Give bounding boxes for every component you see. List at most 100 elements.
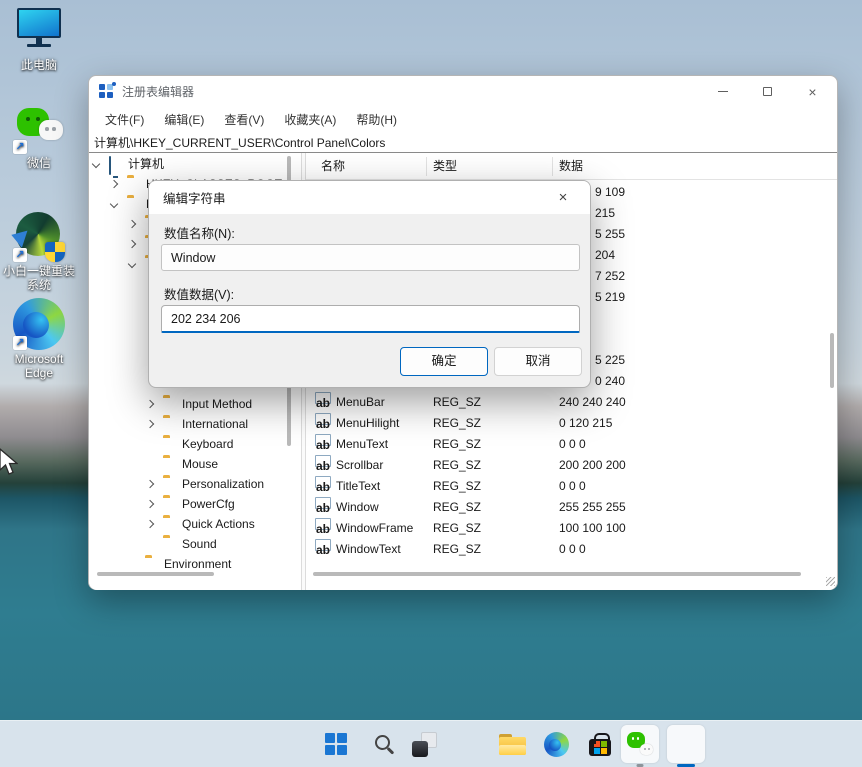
taskbar-task-view-button[interactable] (405, 725, 443, 763)
list-vertical-scrollbar[interactable] (830, 333, 834, 388)
desktop-icon-label: 小白一键重装系统 (0, 264, 78, 292)
tree-item-label: Keyboard (182, 434, 233, 454)
dialog-title: 编辑字符串 (163, 188, 550, 207)
chevron-right-icon[interactable] (110, 180, 118, 188)
value-data-partial: 0 240 (595, 371, 625, 392)
chevron-right-icon[interactable] (128, 240, 136, 248)
value-type: REG_SZ (433, 434, 481, 455)
ok-button[interactable]: 确定 (400, 347, 488, 376)
dialog-close-icon[interactable]: × (550, 189, 576, 206)
chevron-right-icon[interactable] (128, 220, 136, 228)
cancel-button[interactable]: 取消 (494, 347, 582, 376)
menu-item-item[interactable]: 帮助(H) (346, 111, 407, 128)
chevron-right-icon[interactable] (146, 520, 154, 528)
maximize-button[interactable] (745, 76, 790, 107)
column-header-item[interactable]: 类型 (433, 153, 457, 180)
menu-item-item[interactable]: 查看(V) (214, 111, 274, 128)
desktop-icon-label: Microsoft Edge (0, 352, 78, 380)
string-value-icon: ab (315, 518, 331, 530)
tree-item-powercfg[interactable]: PowerCfg (89, 494, 301, 514)
value-data: 0 0 0 (559, 434, 586, 455)
chevron-down-icon[interactable] (92, 160, 100, 168)
tree-item-input-method[interactable]: Input Method (89, 394, 301, 414)
address-bar[interactable]: 计算机\HKEY_CURRENT_USER\Control Panel\Colo… (89, 132, 837, 153)
tree-item-environment[interactable]: Environment (89, 554, 301, 574)
taskbar-regedit-button[interactable] (667, 725, 705, 763)
value-data-partial: 5 255 (595, 224, 625, 245)
column-separator[interactable] (552, 157, 553, 176)
window-title: 注册表编辑器 (122, 83, 194, 100)
dialog-title-bar[interactable]: 编辑字符串 × (149, 181, 590, 214)
value-type: REG_SZ (433, 539, 481, 560)
chevron-down-icon[interactable] (128, 260, 136, 268)
value-data: 100 100 100 (559, 518, 626, 539)
value-data-partial: 204 (595, 245, 615, 266)
menu-bar: 文件(F)编辑(E)查看(V)收藏夹(A)帮助(H) (89, 107, 837, 132)
tree-item-international[interactable]: International (89, 414, 301, 434)
desktop-icon-this-pc[interactable]: 此电脑 (0, 6, 78, 72)
tree-item-label: International (182, 414, 248, 434)
tree-horizontal-scrollbar[interactable] (97, 572, 214, 576)
value-row-titletext[interactable]: abTitleTextREG_SZ0 0 0 (306, 476, 837, 497)
value-name-input[interactable] (161, 244, 580, 271)
value-row-window[interactable]: abWindowREG_SZ255 255 255 (306, 497, 837, 518)
column-header-item[interactable]: 数据 (559, 153, 583, 180)
menu-item-item[interactable]: 文件(F) (95, 111, 154, 128)
tree-item-keyboard[interactable]: Keyboard (89, 434, 301, 454)
value-data-partial: 215 (595, 203, 615, 224)
mouse-cursor (0, 448, 18, 476)
taskbar-file-explorer-button[interactable] (493, 725, 531, 763)
minimize-button[interactable] (700, 76, 745, 107)
desktop-icon-wechat[interactable]: ↗ 微信 (0, 104, 78, 170)
string-value-icon: ab (315, 413, 331, 425)
list-header: 名称 类型 数据 (306, 153, 837, 180)
tree-item-sound[interactable]: Sound (89, 534, 301, 554)
value-type: REG_SZ (433, 518, 481, 539)
close-button[interactable]: × (790, 76, 835, 107)
xiaobai-icon: ↗ (13, 212, 65, 260)
value-row-menubar[interactable]: abMenuBarREG_SZ240 240 240 (306, 392, 837, 413)
menu-item-item[interactable]: 编辑(E) (154, 111, 214, 128)
list-horizontal-scrollbar[interactable] (313, 572, 801, 576)
value-row-menutext[interactable]: abMenuTextREG_SZ0 0 0 (306, 434, 837, 455)
menu-item-item[interactable]: 收藏夹(A) (274, 111, 346, 128)
value-row-windowframe[interactable]: abWindowFrameREG_SZ100 100 100 (306, 518, 837, 539)
value-row-windowtext[interactable]: abWindowTextREG_SZ0 0 0 (306, 539, 837, 560)
tree-item-label: 计算机 (128, 154, 164, 174)
desktop-icon-edge[interactable]: ↗ Microsoft Edge (0, 300, 78, 380)
value-row-menuhilight[interactable]: abMenuHilightREG_SZ0 120 215 (306, 413, 837, 434)
taskbar-start-button[interactable] (317, 725, 355, 763)
value-type: REG_SZ (433, 497, 481, 518)
value-data-input[interactable] (161, 305, 580, 333)
resize-grip[interactable] (826, 577, 835, 586)
chevron-right-icon[interactable] (146, 400, 154, 408)
tree-item-personalization[interactable]: Personalization (89, 474, 301, 494)
taskbar-store-button[interactable] (581, 725, 619, 763)
title-bar[interactable]: 注册表编辑器 × (89, 76, 837, 107)
value-row-scrollbar[interactable]: abScrollbarREG_SZ200 200 200 (306, 455, 837, 476)
chevron-right-icon[interactable] (146, 500, 154, 508)
desktop-icon-xiaobai[interactable]: ↗ 小白一键重装系统 (0, 212, 78, 292)
taskbar-wechat-button[interactable] (621, 725, 659, 763)
wechat-icon: ↗ (13, 104, 65, 152)
column-header-item[interactable]: 名称 (321, 153, 345, 180)
shortcut-arrow-icon: ↗ (13, 248, 27, 262)
taskbar-edge-button[interactable] (537, 725, 575, 763)
chevron-right-icon[interactable] (146, 420, 154, 428)
tree-item-quick-actions[interactable]: Quick Actions (89, 514, 301, 534)
taskbar-search-button[interactable] (361, 725, 399, 763)
value-type: REG_SZ (433, 476, 481, 497)
shortcut-arrow-icon: ↗ (13, 336, 27, 350)
column-separator[interactable] (426, 157, 427, 176)
chevron-right-icon[interactable] (146, 480, 154, 488)
value-data-label: 数值数据(V): (164, 284, 234, 303)
edge-icon: ↗ (13, 300, 65, 348)
this-pc-icon (13, 6, 65, 54)
tree-item-item[interactable]: 计算机 (89, 154, 301, 174)
chevron-down-icon[interactable] (110, 200, 118, 208)
tree-item-mouse[interactable]: Mouse (89, 454, 301, 474)
task-view-icon (412, 732, 437, 757)
value-data-partial: 5 219 (595, 287, 625, 308)
desktop-icon-label: 微信 (0, 156, 78, 170)
taskbar-widgets-button[interactable] (449, 725, 487, 763)
